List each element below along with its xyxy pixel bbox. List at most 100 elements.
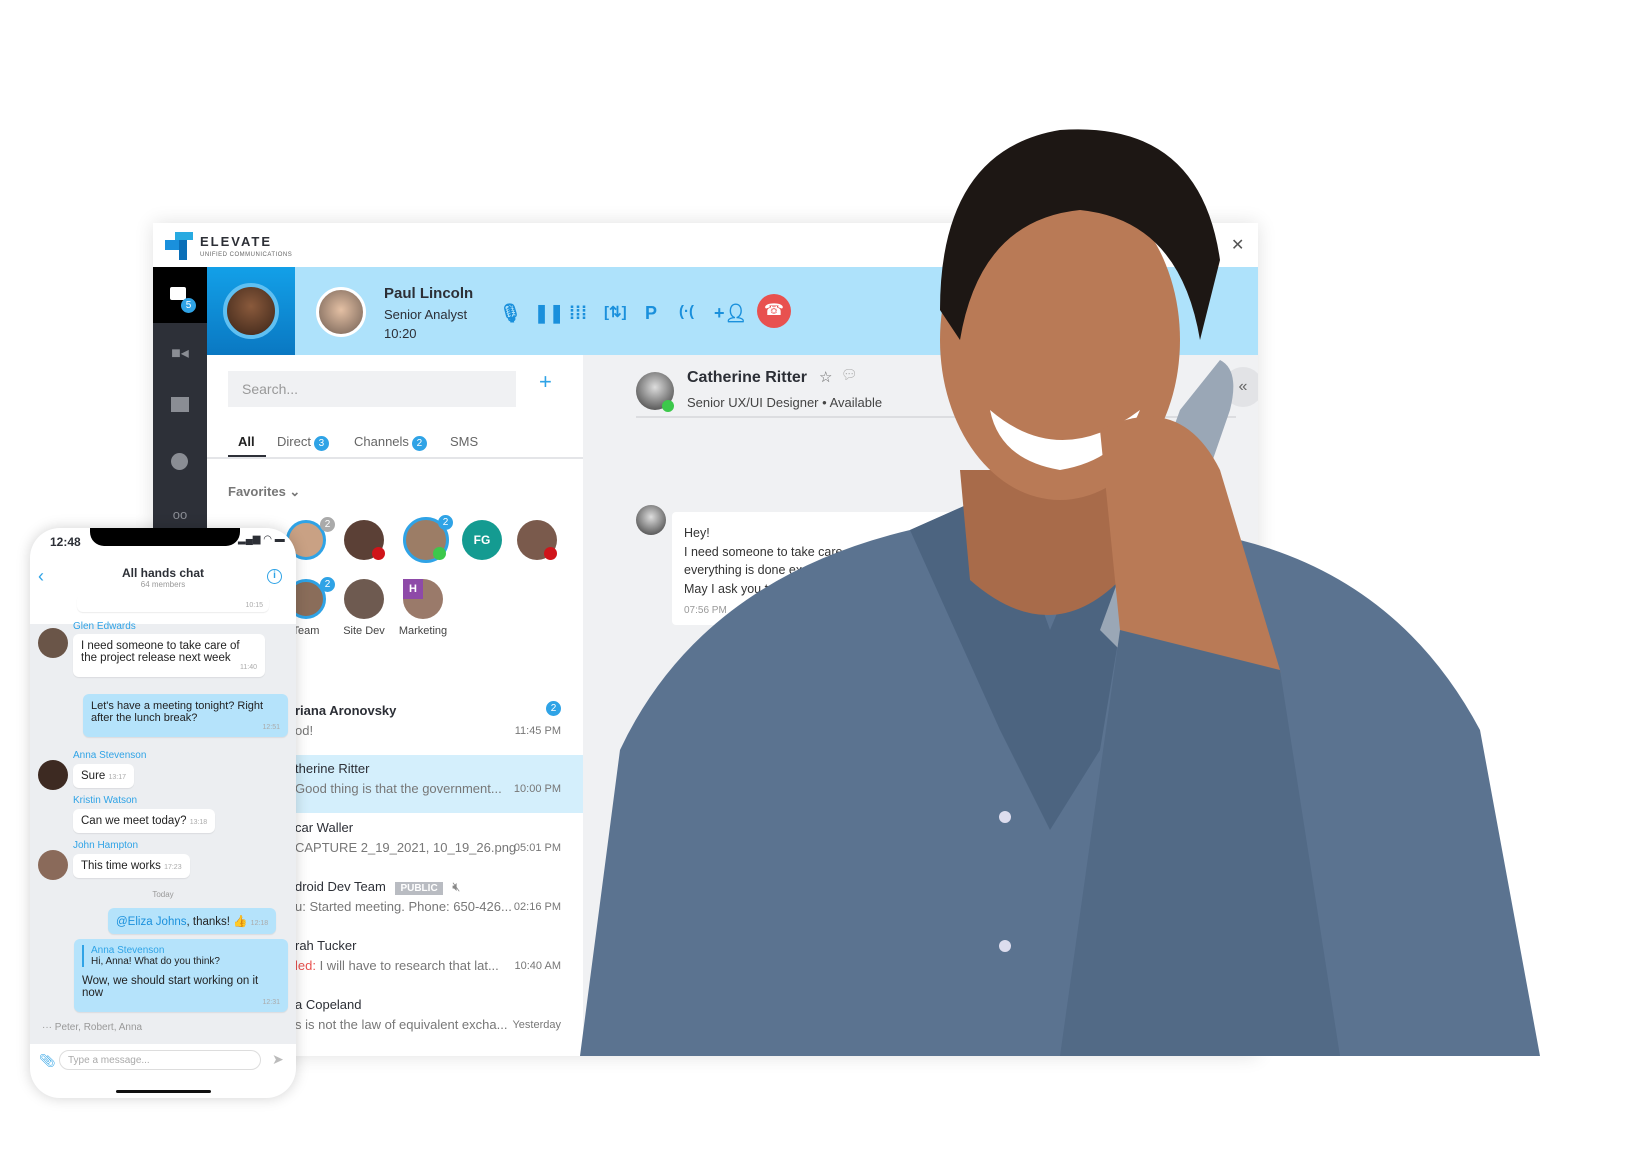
direct-badge: 3 (313, 436, 329, 451)
favorite-avatar-initials[interactable]: FG (462, 520, 502, 560)
tab-label: Direct (277, 434, 311, 449)
row-name: rah Tucker (295, 938, 357, 953)
missed-call-prefix: led: (295, 958, 316, 973)
home-indicator (116, 1090, 211, 1093)
message-time: 12:31 (262, 999, 280, 1006)
quote-sender: Anna Stevenson (91, 945, 165, 956)
group-avatar[interactable] (344, 579, 384, 619)
add-button[interactable]: + (539, 369, 552, 395)
chat-badge: 5 (181, 298, 196, 313)
favorites-toggle[interactable]: Favorites ⌄ (228, 484, 300, 500)
pause-icon[interactable]: ❚❚ (534, 303, 564, 324)
elevate-logo (165, 232, 193, 260)
message-bubble: I need someone to take care of the proje… (73, 634, 265, 677)
unread-badge: 2 (546, 701, 561, 716)
sidebar-item-chat[interactable]: 5 (153, 267, 207, 323)
unread-badge: 2 (438, 515, 453, 530)
sender-avatar (38, 850, 68, 880)
voicemail-icon[interactable]: oo (170, 507, 190, 523)
row-preview: s is not the law of equivalent excha... (295, 1017, 508, 1032)
quoted-message: Anna Stevenson Hi, Anna! What do you thin… (82, 945, 280, 967)
muted-icon: 🔇︎ (452, 879, 461, 894)
message-time: 10:15 (245, 602, 263, 609)
message-bubble: Sure 13:17 (73, 764, 135, 788)
message-time: 11:40 (240, 664, 257, 671)
message-text: This time works (81, 860, 161, 872)
caller-name: Paul Lincoln (384, 285, 474, 302)
chat-title: All hands chat (121, 566, 204, 580)
day-separator: Today (152, 890, 174, 899)
mobile-phone: 12:48 ▂▄▆ ◠ ▬ ‹ All hands chat 64 member… (30, 528, 296, 1098)
sender-name: Anna Stevenson (73, 750, 147, 761)
unread-badge: 2 (320, 577, 335, 592)
message-text: Can we meet today? (81, 815, 187, 827)
member-count: 64 members (140, 580, 186, 589)
row-name-text: droid Dev Team (295, 879, 386, 894)
phone-notch (90, 528, 240, 546)
tabs-divider (207, 457, 583, 459)
row-name: riana Aronovsky (295, 703, 397, 718)
row-preview: led: I will have to research that lat... (295, 958, 499, 973)
folder-icon[interactable] (171, 397, 189, 412)
tab-sms[interactable]: SMS (450, 434, 478, 449)
self-avatar[interactable] (223, 283, 279, 339)
microphone-icon[interactable]: 🎙︎ (499, 303, 522, 324)
row-time: 11:45 PM (514, 725, 561, 737)
row-preview: CAPTURE 2_19_2021, 10_19_26.png (295, 840, 517, 855)
own-reply-bubble: Anna Stevenson Hi, Anna! What do you thin… (74, 939, 288, 1012)
message-bubble: 10:15 (77, 594, 269, 612)
clock-icon[interactable] (171, 453, 188, 470)
send-icon[interactable]: ➤ (272, 1051, 284, 1068)
row-time: Yesterday (512, 1019, 561, 1031)
row-preview: Good thing is that the government... (295, 781, 502, 796)
smiling-man-on-phone-photo (580, 129, 1540, 1056)
message-time: 12:18 (250, 920, 269, 927)
row-time: 02:16 PM (513, 901, 561, 913)
message-input[interactable]: Type a message... (59, 1050, 261, 1070)
row-preview: od! (295, 723, 314, 738)
tab-all[interactable]: All (238, 434, 255, 449)
sender-name: Kristin Watson (73, 795, 138, 806)
message-bubble: Can we meet today? 13:18 (73, 809, 216, 833)
sender-avatar (38, 628, 68, 658)
video-icon[interactable]: ■◂ (170, 343, 190, 362)
group-initial: H (403, 579, 423, 599)
message-text: , thanks! 👍 (186, 916, 248, 928)
row-time: 10:40 AM (514, 960, 561, 972)
online-status-icon (433, 547, 446, 560)
search-input[interactable]: Search... (228, 371, 516, 407)
sender-name: John Hampton (73, 840, 139, 851)
quote-text: Hi, Anna! What do you think? (91, 956, 220, 967)
message-text: I need someone to take care of the proje… (81, 640, 240, 664)
message-text: Wow, we should start working on it now (82, 975, 259, 999)
self-avatar-panel (207, 267, 295, 355)
tab-channels[interactable]: Channels 2 (354, 434, 427, 451)
mention[interactable]: @Eliza Johns (116, 916, 186, 928)
attach-icon[interactable]: 📎︎ (39, 1053, 56, 1069)
row-name: car Waller (295, 820, 354, 835)
status-time: 12:48 (50, 535, 81, 549)
caller-avatar (316, 287, 366, 337)
message-time: 12:51 (262, 724, 280, 731)
message-text: Let's have a meeting tonight? Right afte… (91, 700, 264, 724)
typing-indicator: ··· Peter, Robert, Anna (42, 1022, 143, 1033)
info-icon[interactable]: i (267, 569, 282, 584)
row-preview: u: Started meeting. Phone: 650-426... (295, 899, 512, 914)
message-time: 17:23 (164, 864, 182, 871)
own-message-bubble: @Eliza Johns, thanks! 👍 12:18 (108, 908, 277, 934)
typing-names: Peter, Robert, Anna (54, 1022, 143, 1033)
brand-name: ELEVATE (200, 234, 273, 249)
message-time: 13:18 (189, 819, 208, 826)
message-time: 13:17 (108, 774, 127, 781)
brand-subtitle: UNIFIED COMMUNICATIONS (200, 252, 293, 258)
call-duration: 10:20 (384, 326, 417, 341)
public-tag: PUBLIC (395, 882, 443, 895)
message-text: Sure (81, 770, 106, 782)
group-avatar[interactable]: H (403, 579, 443, 619)
channels-badge: 2 (411, 436, 427, 451)
sender-avatar (38, 760, 68, 790)
tab-direct[interactable]: Direct 3 (277, 434, 329, 451)
tab-label: Channels (354, 434, 409, 449)
busy-status-icon (544, 547, 557, 560)
caller-title: Senior Analyst (384, 307, 468, 322)
